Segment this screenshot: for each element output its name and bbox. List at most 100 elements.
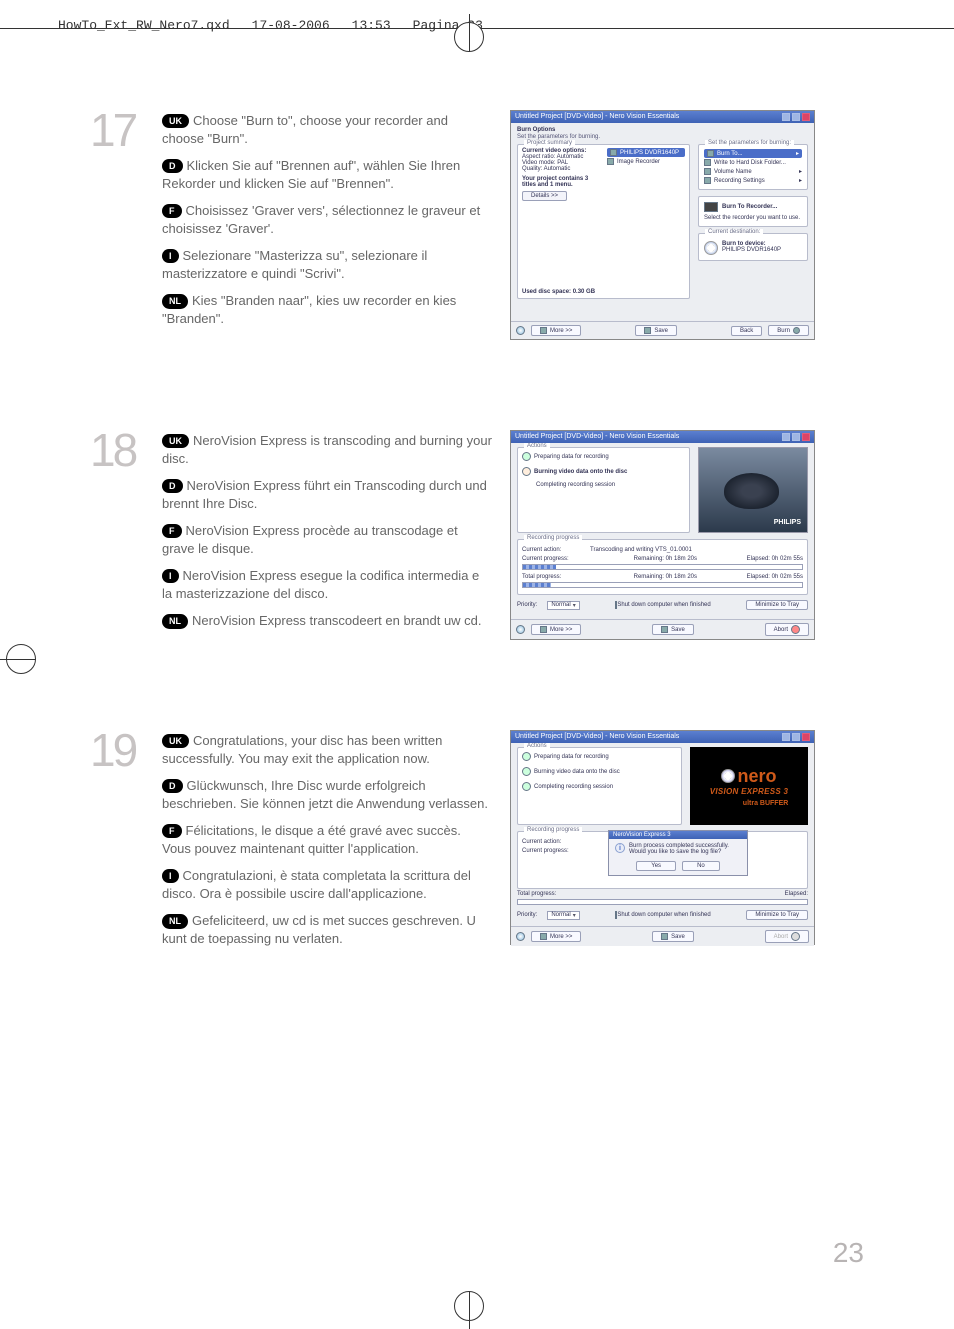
- save-button[interactable]: Save: [635, 325, 677, 336]
- close-icon[interactable]: [802, 733, 810, 741]
- actions-legend: Actions: [524, 443, 550, 449]
- recorder-icon: [607, 158, 614, 165]
- lang-badge-uk: UK: [162, 734, 189, 748]
- lang-badge-nl: NL: [162, 914, 188, 928]
- recorder-option-image[interactable]: Image Recorder: [607, 157, 685, 166]
- save-button[interactable]: Save: [652, 624, 694, 635]
- step-text: UKChoose "Burn to", choose your recorder…: [162, 110, 492, 337]
- help-icon[interactable]: [516, 932, 525, 941]
- para-i: NeroVision Express esegue la codifica in…: [162, 568, 479, 601]
- chevron-down-icon: [573, 912, 576, 919]
- current-action-label: Current action:: [522, 547, 584, 553]
- total-elapsed: 0h 02m 55s: [772, 574, 803, 580]
- priority-select[interactable]: Normal: [547, 601, 579, 610]
- save-icon: [644, 327, 651, 334]
- current-progress-label: Current progress:: [522, 556, 584, 562]
- close-icon[interactable]: [802, 433, 810, 441]
- dialog-yes-button[interactable]: Yes: [636, 861, 676, 871]
- action-preparing: Preparing data for recording: [522, 451, 685, 462]
- priority-label: Priority:: [517, 602, 537, 608]
- abort-button[interactable]: Abort: [765, 623, 809, 636]
- para-d: Klicken Sie auf "Brennen auf", wählen Si…: [162, 158, 460, 191]
- total-progress-bar: [517, 899, 808, 905]
- stop-icon: [791, 625, 800, 634]
- burn-button[interactable]: Burn: [768, 325, 809, 336]
- help-icon[interactable]: [516, 625, 525, 634]
- select-recorder-hint: Select the recorder you want to use.: [704, 215, 802, 221]
- action-burning: Burning video data onto the disc: [522, 766, 677, 777]
- para-f: NeroVision Express procède au transcodag…: [162, 523, 458, 556]
- remaining-value: 0h 18m 20s: [666, 556, 697, 562]
- header-time: 13:53: [352, 18, 391, 33]
- lang-badge-d: D: [162, 779, 183, 793]
- recording-progress-legend: Recording progress: [524, 535, 582, 541]
- minimize-icon[interactable]: [782, 733, 790, 741]
- priority-select[interactable]: Normal: [547, 911, 579, 920]
- priority-label: Priority:: [517, 912, 537, 918]
- more-button[interactable]: More >>: [531, 624, 581, 635]
- window-titlebar: Untitled Project [DVD-Video] - Nero Visi…: [511, 431, 814, 443]
- details-button[interactable]: Details >>: [522, 191, 567, 201]
- preview-pane: PHILIPS: [698, 447, 808, 533]
- check-icon: [522, 767, 531, 776]
- maximize-icon[interactable]: [792, 113, 800, 121]
- back-button[interactable]: Back: [731, 326, 762, 336]
- actions-legend: Actions: [524, 743, 550, 749]
- abort-button[interactable]: Abort: [765, 930, 809, 943]
- nero-logo-pane: nero VISION EXPRESS 3 ultra BUFFER: [690, 747, 808, 825]
- minimize-icon[interactable]: [782, 113, 790, 121]
- lang-badge-uk: UK: [162, 114, 189, 128]
- para-nl: Gefeliciteerd, uw cd is met succes gesch…: [162, 913, 476, 946]
- step-number: 19: [90, 730, 144, 771]
- current-progress-bar: [522, 564, 803, 570]
- step-text: UKCongratulations, your disc has been wr…: [162, 730, 492, 957]
- recording-settings-item[interactable]: Recording Settings▸: [704, 176, 802, 185]
- recorder-device-icon: [704, 202, 718, 212]
- window-title: Untitled Project [DVD-Video] - Nero Visi…: [515, 113, 679, 121]
- success-dialog: NeroVision Express 3 i Burn process comp…: [608, 830, 748, 876]
- minimize-icon[interactable]: [782, 433, 790, 441]
- panel-legend: Project summary: [524, 140, 575, 146]
- dialog-title: NeroVision Express 3: [609, 831, 747, 839]
- total-progress-bar: [522, 582, 803, 588]
- burn-to-item[interactable]: Burn To...▸: [704, 149, 802, 158]
- close-icon[interactable]: [802, 113, 810, 121]
- minimize-tray-button[interactable]: Minimize to Tray: [746, 910, 808, 920]
- para-nl: Kies "Branden naar", kies uw recorder en…: [162, 293, 456, 326]
- info-icon: i: [615, 843, 625, 853]
- nero-logo-sub: VISION EXPRESS 3: [710, 787, 789, 796]
- recorder-option-philips[interactable]: PHILIPS DVDR1640P: [607, 148, 685, 157]
- header-filename: HowTo_Ext_RW_Nero7.qxd: [58, 18, 230, 33]
- print-header: HowTo_Ext_RW_Nero7.qxd 17-08-2006 13:53 …: [58, 18, 483, 33]
- disc-icon: [704, 241, 718, 255]
- recorder-icon: [610, 149, 617, 156]
- lang-badge-d: D: [162, 159, 183, 173]
- maximize-icon[interactable]: [792, 733, 800, 741]
- step-19: 19 UKCongratulations, your disc has been…: [90, 730, 880, 957]
- write-hdd-item[interactable]: Write to Hard Disk Folder...: [704, 158, 802, 167]
- lang-badge-i: I: [162, 569, 179, 583]
- para-uk: Congratulations, your disc has been writ…: [162, 733, 442, 766]
- volume-name-item[interactable]: Volume Name▸: [704, 167, 802, 176]
- lang-badge-nl: NL: [162, 294, 188, 308]
- step-17: 17 UKChoose "Burn to", choose your recor…: [90, 110, 880, 340]
- more-button[interactable]: More >>: [531, 325, 581, 336]
- stop-icon: [791, 932, 800, 941]
- help-icon[interactable]: [516, 326, 525, 335]
- elapsed-label: Elapsed:: [747, 556, 770, 562]
- maximize-icon[interactable]: [792, 433, 800, 441]
- chevron-down-icon: [573, 602, 576, 609]
- progress-icon: [522, 467, 531, 476]
- para-d: Glückwunsch, Ihre Disc wurde erfolgreich…: [162, 778, 488, 811]
- save-button[interactable]: Save: [652, 931, 694, 942]
- minimize-tray-button[interactable]: Minimize to Tray: [746, 600, 808, 610]
- step-text: UKNeroVision Express is transcoding and …: [162, 430, 492, 640]
- lang-badge-f: F: [162, 524, 182, 538]
- para-uk: Choose "Burn to", choose your recorder a…: [162, 113, 448, 146]
- action-burning: Burning video data onto the disc: [522, 466, 685, 477]
- more-button[interactable]: More >>: [531, 931, 581, 942]
- total-progress-label: Total progress:: [517, 891, 579, 897]
- page-heading: Burn Options: [517, 127, 808, 133]
- burn-icon: [707, 150, 714, 157]
- dialog-no-button[interactable]: No: [682, 861, 720, 871]
